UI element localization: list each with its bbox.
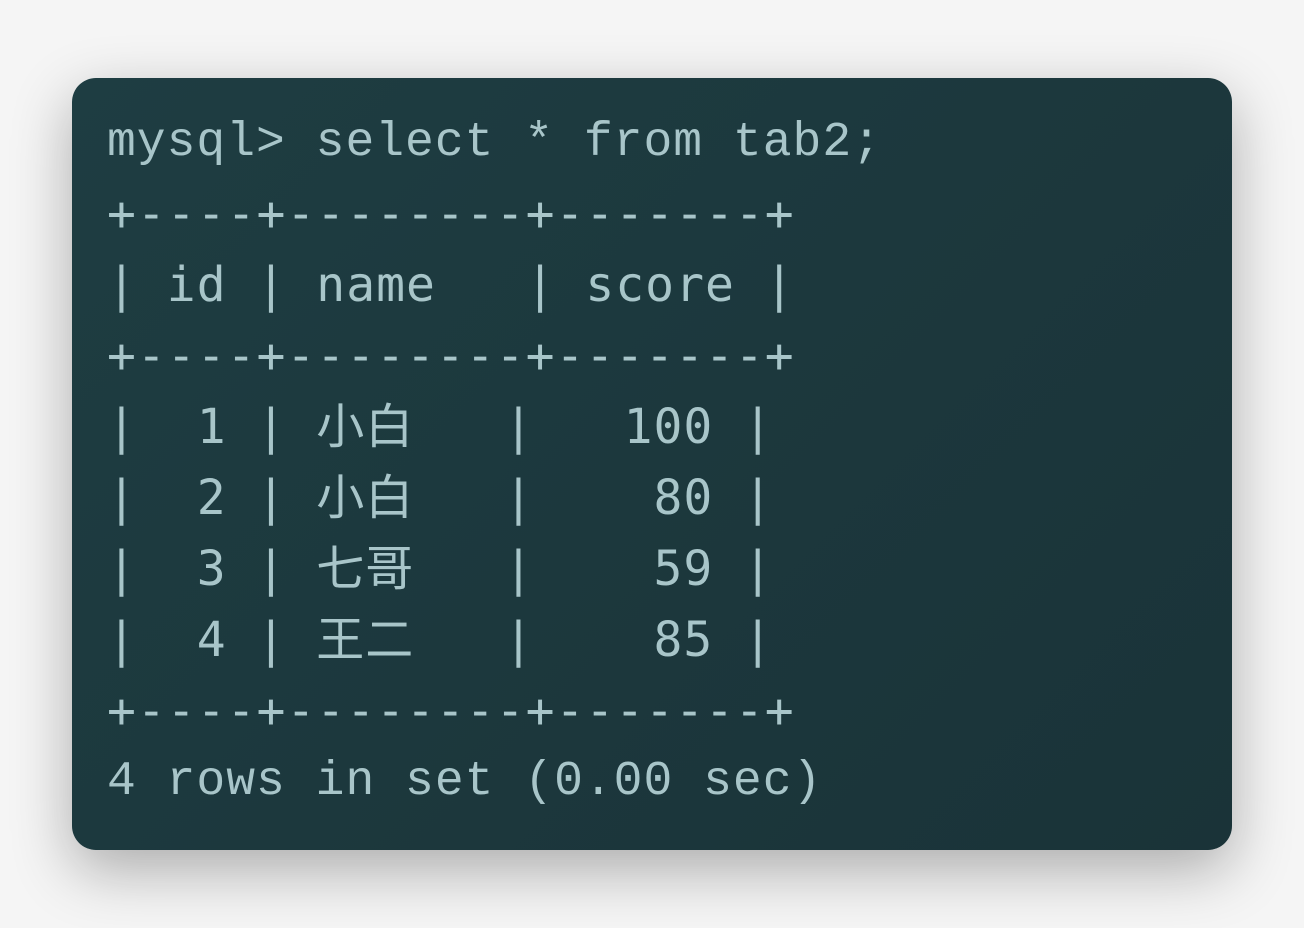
table-header-row: | id | name | score | (107, 250, 1197, 321)
table-row: | 3 | 七哥 | 59 | (107, 534, 1197, 605)
table-data-rows: | 1 | 小白 | 100 || 2 | 小白 | 80 || 3 | 七哥 … (107, 392, 1197, 676)
prompt: mysql> (107, 116, 286, 170)
border-bot: +----+--------+-------+ (107, 676, 1197, 747)
mysql-terminal: mysql> select * from tab2; +----+-------… (72, 78, 1232, 850)
table-row: | 4 | 王二 | 85 | (107, 605, 1197, 676)
status-line: 4 rows in set (0.00 sec) (107, 747, 1197, 818)
sql-query: select * from tab2; (316, 116, 882, 170)
border-mid: +----+--------+-------+ (107, 321, 1197, 392)
table-row: | 2 | 小白 | 80 | (107, 463, 1197, 534)
table-row: | 1 | 小白 | 100 | (107, 392, 1197, 463)
prompt-line: mysql> select * from tab2; (107, 108, 1197, 179)
border-top: +----+--------+-------+ (107, 179, 1197, 250)
